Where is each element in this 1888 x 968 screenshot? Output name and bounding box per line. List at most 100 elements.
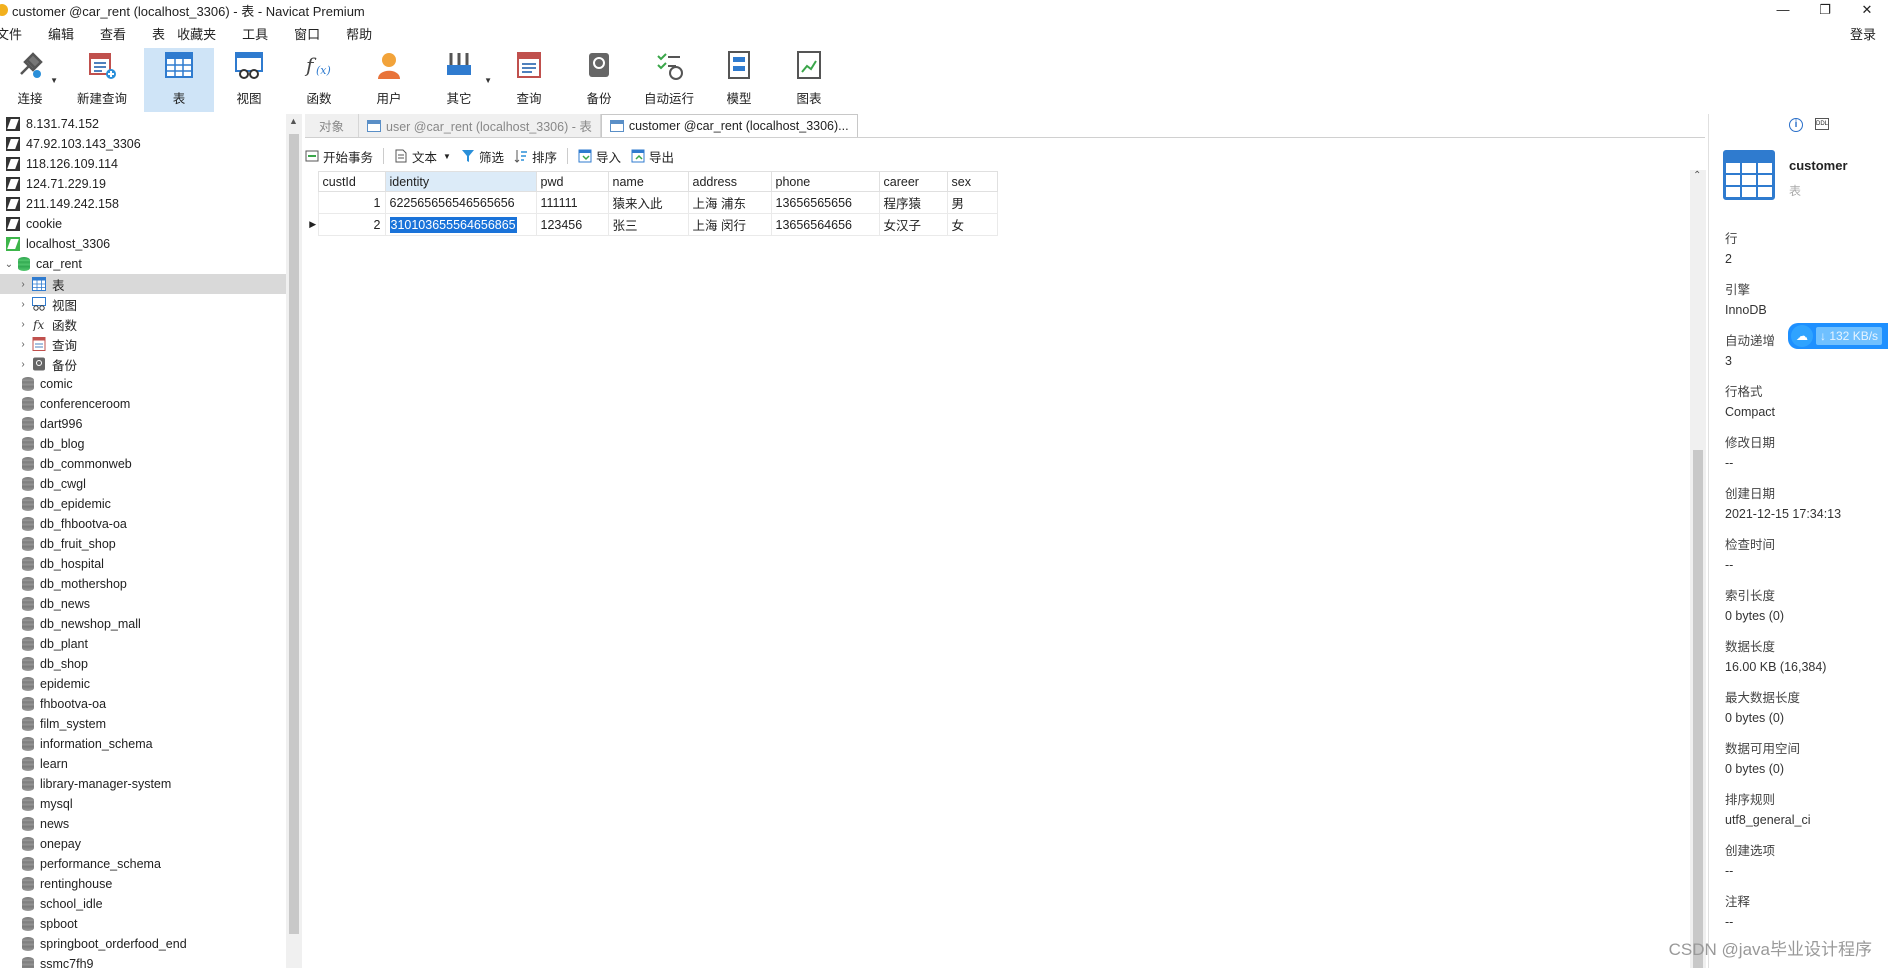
chevron-down-icon[interactable]: ▼ (484, 76, 492, 85)
table-cell[interactable]: 女汉子 (878, 213, 948, 236)
database-item[interactable]: onepay (0, 834, 286, 854)
database-item[interactable]: epidemic (0, 674, 286, 694)
menu-edit[interactable]: 编辑 (35, 24, 87, 43)
connection-item[interactable]: 118.126.109.114 (0, 154, 286, 174)
filter-button[interactable]: 筛选 (461, 147, 504, 166)
user-button[interactable]: 用户 (354, 48, 424, 112)
table-cell[interactable]: 111111 (535, 191, 609, 214)
menu-view[interactable]: 查看 (87, 24, 139, 43)
database-item[interactable]: spboot (0, 914, 286, 934)
database-item[interactable]: performance_schema (0, 854, 286, 874)
database-item[interactable]: db_news (0, 594, 286, 614)
database-item-open[interactable]: ⌄ car_rent (0, 254, 286, 274)
begin-transaction-button[interactable]: 开始事务 (305, 147, 373, 166)
chevron-down-icon[interactable]: ⌄ (4, 259, 14, 270)
sort-button[interactable]: 排序 (514, 147, 557, 166)
database-item[interactable]: db_epidemic (0, 494, 286, 514)
connection-item[interactable]: 47.92.103.143_3306 (0, 134, 286, 154)
column-header[interactable]: address (687, 171, 772, 192)
tab-customer-table[interactable]: customer @car_rent (localhost_3306)... (600, 114, 858, 137)
other-button[interactable]: ▼ 其它 (424, 48, 494, 112)
table-button[interactable]: 表 (144, 48, 214, 112)
menu-favorites[interactable]: 收藏夹 (171, 24, 229, 43)
table-cell[interactable]: 上海 浦东 (687, 191, 772, 214)
chevron-down-icon[interactable]: ▼ (50, 76, 58, 85)
database-item[interactable]: film_system (0, 714, 286, 734)
database-item[interactable]: learn (0, 754, 286, 774)
table-cell[interactable]: 1 (317, 191, 386, 214)
chevron-right-icon[interactable]: › (18, 339, 28, 350)
text-button[interactable]: 文本 ▼ (394, 147, 451, 166)
chart-button[interactable]: 图表 (774, 48, 844, 112)
backup-button[interactable]: 备份 (564, 48, 634, 112)
new-query-button[interactable]: 新建查询 (60, 48, 144, 112)
connect-button[interactable]: ▼ 连接 (0, 48, 60, 112)
table-cell[interactable]: 女 (946, 213, 998, 236)
table-cell[interactable]: 上海 闵行 (687, 213, 772, 236)
grid-scroll-thumb[interactable] (1693, 450, 1703, 968)
tab-objects[interactable]: 对象 (305, 114, 360, 137)
menu-help[interactable]: 帮助 (333, 24, 385, 43)
minimize-button[interactable]: — (1762, 0, 1804, 20)
tree-item-queries[interactable]: › 查询 (0, 334, 286, 354)
table-cell[interactable]: 张三 (607, 213, 689, 236)
info-icon[interactable]: i (1789, 118, 1803, 132)
table-cell[interactable]: 男 (946, 191, 998, 214)
database-item[interactable]: school_idle (0, 894, 286, 914)
menu-file[interactable]: 文件 (0, 24, 35, 43)
autorun-button[interactable]: 自动运行 (634, 48, 704, 112)
database-item[interactable]: conferenceroom (0, 394, 286, 414)
network-speed-widget[interactable]: ☁ ↓ 132 KB/s (1788, 323, 1888, 349)
table-cell[interactable]: 2 (317, 213, 386, 236)
tree-item-functions[interactable]: › fx 函数 (0, 314, 286, 334)
database-item[interactable]: db_plant (0, 634, 286, 654)
sidebar-scrollbar[interactable]: ▲ (286, 114, 302, 968)
table-row[interactable]: ▶ 2 310103655564656865 123456 张三 上海 闵行 1… (308, 213, 998, 236)
table-cell[interactable]: 123456 (535, 213, 609, 236)
function-button[interactable]: f (x) 函数 (284, 48, 354, 112)
export-button[interactable]: 导出 (631, 147, 674, 166)
menu-window[interactable]: 窗口 (281, 24, 333, 43)
scroll-up-icon[interactable]: ▲ (289, 116, 298, 126)
database-item[interactable]: comic (0, 374, 286, 394)
database-item[interactable]: db_blog (0, 434, 286, 454)
database-item[interactable]: db_fruit_shop (0, 534, 286, 554)
database-item[interactable]: db_hospital (0, 554, 286, 574)
connection-item[interactable]: 8.131.74.152 (0, 114, 286, 134)
tree-item-backups[interactable]: › 备份 (0, 354, 286, 374)
database-item[interactable]: db_cwgl (0, 474, 286, 494)
database-item[interactable]: news (0, 814, 286, 834)
table-cell[interactable]: 猿来入此 (607, 191, 689, 214)
column-header[interactable]: name (607, 171, 689, 192)
database-item[interactable]: dart996 (0, 414, 286, 434)
connection-item-localhost[interactable]: localhost_3306 (0, 234, 286, 254)
sidebar-scroll-thumb[interactable] (289, 134, 299, 934)
database-item[interactable]: fhbootva-oa (0, 694, 286, 714)
database-item[interactable]: db_shop (0, 654, 286, 674)
column-header[interactable]: pwd (535, 171, 609, 192)
database-item[interactable]: rentinghouse (0, 874, 286, 894)
column-header[interactable]: phone (770, 171, 880, 192)
tree-item-views[interactable]: › 视图 (0, 294, 286, 314)
tab-user-table[interactable]: user @car_rent (localhost_3306) - 表 (359, 114, 601, 137)
restore-button[interactable]: ❐ (1804, 0, 1846, 20)
menu-table[interactable]: 表 (139, 24, 171, 43)
database-item[interactable]: mysql (0, 794, 286, 814)
chevron-right-icon[interactable]: › (18, 359, 28, 370)
table-cell[interactable]: 13656565656 (770, 191, 880, 214)
database-item[interactable]: springboot_orderfood_end (0, 934, 286, 954)
table-cell-editing[interactable]: 310103655564656865 (384, 213, 537, 236)
column-header[interactable]: sex (946, 171, 998, 192)
import-button[interactable]: 导入 (578, 147, 621, 166)
connection-item[interactable]: 124.71.229.19 (0, 174, 286, 194)
column-header[interactable]: identity (384, 171, 537, 192)
database-item[interactable]: db_fhbootva-oa (0, 514, 286, 534)
database-item[interactable]: library-manager-system (0, 774, 286, 794)
connection-item[interactable]: cookie (0, 214, 286, 234)
menu-tools[interactable]: 工具 (229, 24, 281, 43)
chevron-right-icon[interactable]: › (18, 299, 28, 310)
table-cell[interactable]: 622565656546565656 (384, 191, 537, 214)
chevron-down-icon[interactable]: ▼ (443, 152, 451, 161)
table-row[interactable]: 1 622565656546565656 111111 猿来入此 上海 浦东 1… (308, 191, 998, 214)
selected-text[interactable]: 310103655564656865 (389, 216, 517, 233)
